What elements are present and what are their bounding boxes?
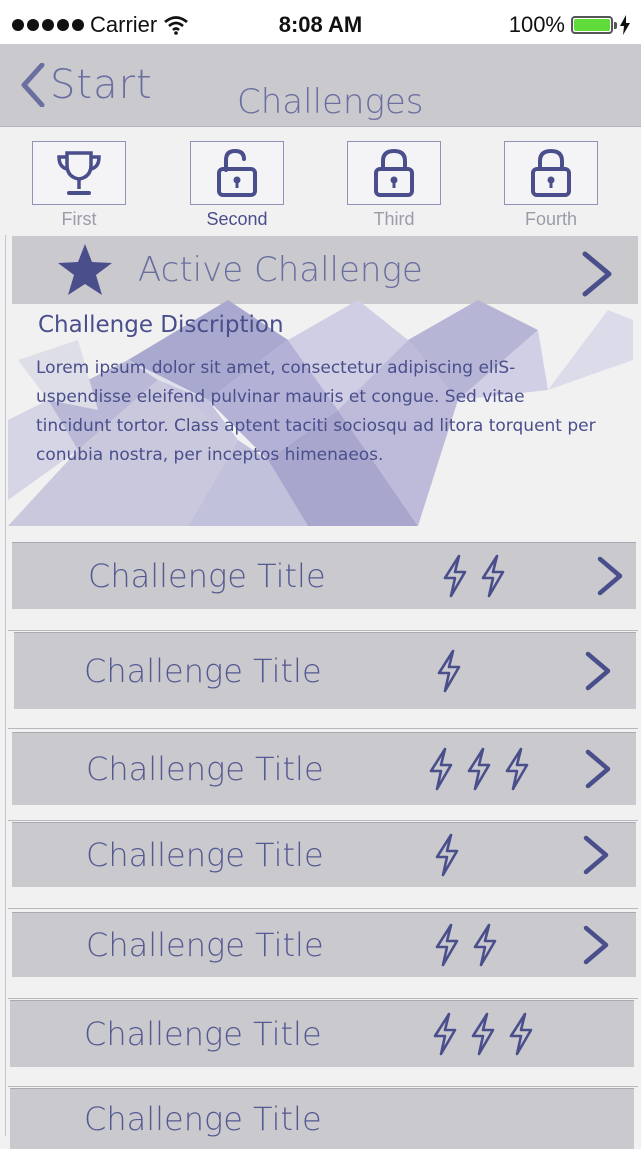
chevron-right-icon	[583, 925, 609, 965]
lightning-bolt-icon	[473, 923, 497, 967]
battery-icon	[571, 16, 617, 34]
charging-icon	[620, 15, 630, 35]
level-selector: First Second Third Fourth	[0, 127, 641, 235]
challenge-title: Challenge Title	[84, 1100, 322, 1138]
challenge-row[interactable]: Challenge Title	[12, 732, 636, 805]
challenge-row[interactable]: Challenge Title	[14, 632, 636, 709]
level-tab-fourth[interactable]: Fourth	[503, 141, 599, 230]
active-challenge-row[interactable]: Active Challenge	[12, 236, 638, 304]
lightning-bolt-icon	[433, 1012, 457, 1056]
back-button[interactable]: Start	[20, 58, 153, 112]
left-border	[5, 235, 6, 1136]
divider	[8, 728, 638, 729]
lightning-bolt-icon	[481, 554, 505, 598]
chevron-right-icon	[585, 749, 611, 789]
page-title: Challenges	[237, 82, 424, 122]
lightning-bolt-icon	[435, 923, 459, 967]
trophy-icon	[57, 151, 101, 195]
active-challenge-label: Active Challenge	[138, 250, 423, 290]
lightning-bolt-icon	[471, 1012, 495, 1056]
lightning-bolt-icon	[509, 1012, 533, 1056]
lightning-bolt-icon	[435, 833, 459, 877]
difficulty-rating	[432, 923, 500, 967]
divider	[8, 1086, 638, 1087]
lightning-bolt-icon	[505, 747, 529, 791]
chevron-right-icon	[583, 835, 609, 875]
chevron-left-icon	[21, 63, 45, 107]
challenge-row[interactable]: Challenge Title	[10, 1000, 634, 1067]
challenge-description: Challenge Discription Lorem ipsum dolor …	[8, 300, 633, 526]
difficulty-rating	[432, 833, 462, 877]
challenge-title: Challenge Title	[86, 836, 324, 874]
chevron-right-icon	[597, 556, 623, 596]
lightning-bolt-icon	[467, 747, 491, 791]
lightning-bolt-icon	[437, 649, 461, 693]
challenge-row[interactable]: Challenge Title	[12, 822, 636, 887]
divider	[8, 908, 638, 909]
lightning-bolt-icon	[443, 554, 467, 598]
divider	[8, 820, 638, 821]
challenge-row[interactable]: Challenge Title	[10, 1088, 634, 1149]
challenge-row[interactable]: Challenge Title	[12, 542, 636, 609]
challenge-title: Challenge Title	[84, 1015, 322, 1053]
star-icon	[58, 244, 112, 295]
level-tab-third[interactable]: Third	[346, 141, 442, 230]
difficulty-rating	[426, 747, 532, 791]
description-title: Challenge Discription	[38, 312, 284, 338]
lock-icon	[374, 148, 414, 197]
challenge-row[interactable]: Challenge Title	[12, 912, 636, 977]
divider	[8, 998, 638, 999]
level-label-first: First	[61, 209, 97, 229]
description-text: Lorem ipsum dolor sit amet, consectetur …	[36, 358, 596, 465]
lightning-bolt-icon	[429, 747, 453, 791]
challenge-title: Challenge Title	[86, 750, 324, 788]
battery-fill	[574, 19, 610, 31]
chevron-right-icon	[582, 251, 612, 297]
lock-icon	[531, 148, 571, 197]
unlock-icon	[217, 148, 257, 197]
challenge-title: Challenge Title	[86, 926, 324, 964]
status-bar: Carrier 8:08 AM 100%	[0, 0, 641, 46]
challenge-title: Challenge Title	[88, 557, 326, 595]
divider	[8, 630, 638, 631]
navigation-bar: Start Challenges	[0, 44, 641, 127]
level-label-fourth: Fourth	[524, 209, 578, 229]
level-label-second: Second	[206, 209, 268, 229]
difficulty-rating	[434, 649, 464, 693]
challenge-title: Challenge Title	[84, 652, 322, 690]
chevron-right-icon	[585, 651, 611, 691]
level-tab-second[interactable]: Second	[189, 141, 285, 230]
difficulty-rating	[440, 554, 508, 598]
level-tab-first[interactable]: First	[31, 141, 127, 230]
back-label: Start	[50, 62, 153, 108]
battery-info: 100%	[509, 12, 631, 38]
difficulty-rating	[430, 1012, 536, 1056]
battery-percent: 100%	[508, 12, 565, 37]
level-label-third: Third	[373, 209, 415, 229]
